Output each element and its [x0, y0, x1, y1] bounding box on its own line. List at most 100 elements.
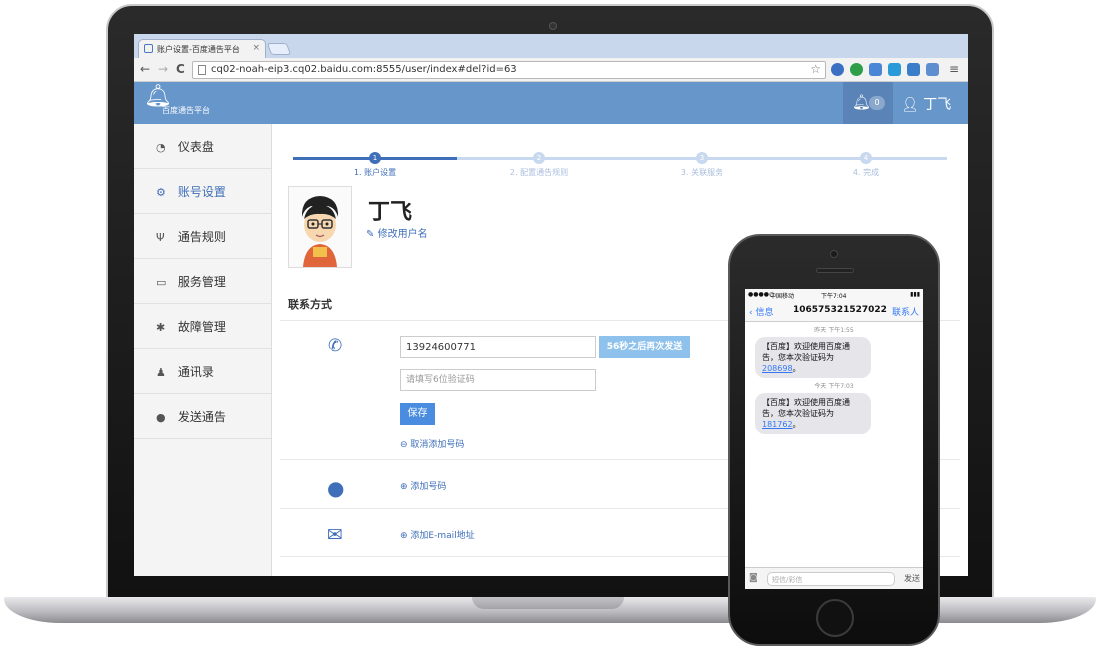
- sidebar-item-fault-management[interactable]: ✱ 故障管理: [134, 304, 271, 349]
- add-circle-icon: ⊕: [400, 482, 408, 492]
- bookmark-star-icon[interactable]: ☆: [810, 62, 821, 76]
- cutlery-icon: Ψ: [156, 231, 165, 244]
- add-circle-icon: ⊕: [400, 531, 408, 541]
- step-number: 3: [696, 152, 708, 164]
- sender-number: 106575321527022: [793, 305, 887, 315]
- add-number-link[interactable]: ⊕ 添加号码: [400, 479, 446, 492]
- message-text: 【百度】欢迎使用百度通告，您本次验证码为: [762, 342, 850, 362]
- url-text: cq02-noah-eip3.cq02.baidu.com:8555/user/…: [211, 64, 517, 75]
- status-time: 下午7:04: [821, 293, 847, 300]
- tab-close-icon[interactable]: ×: [252, 43, 260, 53]
- camera-icon[interactable]: ◙: [749, 573, 758, 583]
- send-button[interactable]: 发送: [904, 573, 920, 584]
- user-icon: 👤︎: [901, 97, 919, 113]
- sidebar-item-label: 账号设置: [177, 185, 226, 199]
- extension-circle-icon[interactable]: [907, 63, 920, 76]
- avatar[interactable]: [288, 186, 352, 268]
- browser-tabbar: 账户设置-百度通告平台 ×: [134, 34, 968, 58]
- remove-circle-icon: ⊖: [400, 440, 408, 450]
- step-finish[interactable]: 4 4. 完成: [806, 152, 926, 178]
- notification-button[interactable]: 🔔︎ 0: [843, 82, 893, 124]
- step-account-settings[interactable]: 1 1. 账户设置: [315, 152, 435, 178]
- message-input[interactable]: 短信/彩信: [767, 572, 895, 586]
- sidebar-item-service-management[interactable]: ▭ 服务管理: [134, 259, 271, 304]
- browser-toolbar: ← → C cq02-noah-eip3.cq02.baidu.com:8555…: [134, 58, 968, 82]
- battery-icon: ▮▮▮: [910, 291, 920, 298]
- phone-home-button[interactable]: [816, 599, 854, 637]
- sidebar-item-label: 通讯录: [177, 365, 214, 379]
- edit-username-link[interactable]: ✎ 修改用户名: [366, 225, 428, 240]
- menu-icon[interactable]: ≡: [949, 62, 959, 76]
- sidebar-item-send-notice[interactable]: ● 发送通告: [134, 394, 271, 439]
- sidebar-item-dashboard[interactable]: ◔ 仪表盘: [134, 124, 271, 169]
- extension-globe-icon[interactable]: [831, 63, 844, 76]
- user-menu[interactable]: 👤︎ 丁飞: [901, 94, 951, 114]
- profile-name: 丁飞: [368, 200, 413, 225]
- back-button[interactable]: ←: [140, 62, 150, 76]
- laptop-notch: [472, 597, 624, 609]
- verification-code-input[interactable]: [400, 369, 596, 391]
- edit-username-label: 修改用户名: [377, 229, 428, 240]
- add-email-label: 添加E-mail地址: [410, 531, 475, 541]
- sidebar-item-label: 发送通告: [177, 410, 226, 424]
- extension-blue-icon[interactable]: [888, 63, 901, 76]
- add-number-label: 添加号码: [410, 482, 447, 492]
- users-icon: ♟: [156, 366, 166, 379]
- contact-section-title: 联系方式: [288, 298, 332, 311]
- contacts-button[interactable]: 联系人: [892, 305, 919, 318]
- save-button[interactable]: 保存: [400, 403, 435, 425]
- step-number: 1: [369, 152, 381, 164]
- avatar-cartoon-icon: [301, 196, 339, 267]
- step-link-services[interactable]: 3 3. 关联服务: [642, 152, 762, 178]
- step-label: 2. 配置通告规则: [509, 168, 569, 177]
- verification-code-link[interactable]: 208698: [762, 364, 793, 373]
- phone-status-bar: ●●●●○ 中国移动 下午7:04 ▮▮▮: [745, 289, 923, 300]
- sidebar-item-contacts[interactable]: ♟ 通讯录: [134, 349, 271, 394]
- message-input-bar: ◙ 短信/彩信 发送: [745, 567, 923, 589]
- chat-bubble-icon: ●: [327, 476, 345, 500]
- extension-green-icon[interactable]: [850, 63, 863, 76]
- message-timestamp: 今天 下午7:03: [814, 383, 854, 390]
- new-tab-button[interactable]: [266, 43, 292, 55]
- bug-icon: ✱: [156, 321, 166, 334]
- pencil-icon: ✎: [366, 229, 375, 240]
- sidebar-item-label: 仪表盘: [177, 140, 214, 154]
- step-configure-rules[interactable]: 2 2. 配置通告规则: [479, 152, 599, 178]
- message-timestamp: 昨天 下午1:55: [814, 327, 854, 334]
- phone-speaker: [816, 268, 854, 273]
- sidebar-item-account-settings[interactable]: ⚙ 账号设置: [134, 169, 271, 214]
- back-to-messages-button[interactable]: ‹ 信息: [749, 305, 773, 318]
- extension-jh-icon[interactable]: [869, 63, 882, 76]
- step-label: 4. 完成: [852, 168, 880, 177]
- sidebar-item-notice-rules[interactable]: Ψ 通告规则: [134, 214, 271, 259]
- cancel-add-phone-label: 取消添加号码: [410, 440, 465, 450]
- app-logo[interactable]: 🔔︎ 百度通告平台: [144, 86, 210, 116]
- page-icon: [198, 65, 206, 75]
- dashboard-icon: ◔: [156, 141, 166, 154]
- address-bar[interactable]: cq02-noah-eip3.cq02.baidu.com:8555/user/…: [192, 61, 826, 79]
- cogs-icon: ⚙: [156, 186, 166, 199]
- logo-text: 百度通告平台: [162, 106, 210, 115]
- favicon-icon: [144, 44, 153, 53]
- notification-count-badge: 0: [869, 96, 885, 110]
- phone-front-camera: [830, 250, 838, 258]
- forward-button[interactable]: →: [158, 62, 168, 76]
- extension-download-icon[interactable]: [926, 63, 939, 76]
- verification-code-link[interactable]: 181762: [762, 420, 793, 429]
- phone-icon: ✆: [328, 336, 343, 356]
- app-header: 🔔︎ 百度通告平台 🔔︎ 0 👤︎ 丁飞: [134, 82, 968, 124]
- phone-screen: ●●●●○ 中国移动 下午7:04 ▮▮▮ ‹ 信息 1065753215270…: [745, 289, 923, 589]
- step-number: 2: [533, 152, 545, 164]
- phone-number-input[interactable]: [400, 336, 596, 358]
- carrier-name: 中国移动: [770, 293, 795, 300]
- cancel-add-phone-link[interactable]: ⊖ 取消添加号码: [400, 437, 464, 450]
- sidebar-item-label: 通告规则: [177, 230, 226, 244]
- reload-button[interactable]: C: [176, 62, 185, 76]
- add-email-link[interactable]: ⊕ 添加E-mail地址: [400, 528, 475, 541]
- resend-code-button[interactable]: 56秒之后再次发送: [599, 336, 690, 358]
- tab-title: 账户设置-百度通告平台: [157, 45, 240, 54]
- message-bubble: 【百度】欢迎使用百度通告，您本次验证码为 208698。: [755, 337, 871, 378]
- browser-tab[interactable]: 账户设置-百度通告平台 ×: [138, 39, 266, 58]
- sidebar-item-label: 服务管理: [177, 275, 226, 289]
- step-label: 1. 账户设置: [353, 168, 397, 177]
